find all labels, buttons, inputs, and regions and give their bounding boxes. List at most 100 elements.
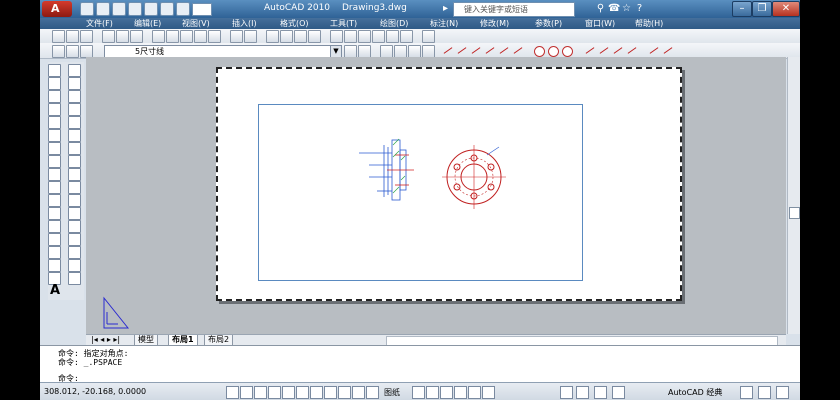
- revcloud-tool-icon[interactable]: [48, 155, 61, 168]
- print-icon[interactable]: [144, 2, 158, 16]
- paper-space-toggle[interactable]: 图纸: [384, 387, 400, 398]
- arc-tool-icon[interactable]: [48, 129, 61, 142]
- menu-draw[interactable]: 绘图(D): [380, 18, 408, 29]
- polyline-icon[interactable]: [470, 45, 481, 56]
- menu-file[interactable]: 文件(F): [86, 18, 113, 29]
- minimize-button[interactable]: –: [732, 1, 752, 17]
- cross-icon[interactable]: [484, 45, 495, 56]
- redo-icon[interactable]: [176, 2, 190, 16]
- offset-tool-icon[interactable]: [68, 103, 81, 116]
- quick-properties-toggle[interactable]: [366, 386, 379, 399]
- tool-palettes-icon[interactable]: [358, 30, 371, 43]
- design-center-icon[interactable]: [344, 30, 357, 43]
- angle-dim-icon[interactable]: [584, 45, 595, 56]
- text-tool-icon[interactable]: A: [48, 284, 62, 298]
- sheet-set-icon[interactable]: [372, 30, 385, 43]
- grid-toggle[interactable]: [254, 386, 267, 399]
- polygon-tool-icon[interactable]: [48, 103, 61, 116]
- fillet-tool-icon[interactable]: [68, 246, 81, 259]
- dim-update-icon[interactable]: [662, 45, 673, 56]
- redo-tool-icon[interactable]: [244, 30, 257, 43]
- quick-view-layouts-icon[interactable]: [412, 386, 425, 399]
- drawing-area[interactable]: [86, 57, 786, 334]
- erase-tool-icon[interactable]: [68, 64, 81, 77]
- lineweight-toggle[interactable]: [352, 386, 365, 399]
- leader-icon[interactable]: [598, 45, 609, 56]
- ortho-toggle[interactable]: [268, 386, 281, 399]
- rectangle-tool-icon[interactable]: [48, 116, 61, 129]
- layout-viewport[interactable]: [258, 104, 583, 281]
- ducs-toggle[interactable]: [324, 386, 337, 399]
- insert-block-icon[interactable]: [48, 207, 61, 220]
- menu-tools[interactable]: 工具(T): [330, 18, 357, 29]
- ellipse-tool-icon[interactable]: [48, 181, 61, 194]
- xline-tool-icon[interactable]: [48, 77, 61, 90]
- annotation-scale-icon[interactable]: [576, 386, 589, 399]
- scale-tool-icon[interactable]: [68, 155, 81, 168]
- construction-line-icon[interactable]: [456, 45, 467, 56]
- steeringwheel-icon[interactable]: [468, 386, 481, 399]
- menu-format[interactable]: 格式(O): [280, 18, 309, 29]
- plot-preview-icon[interactable]: [116, 30, 129, 43]
- zoom-window-icon[interactable]: [294, 30, 307, 43]
- restore-button[interactable]: ❐: [752, 1, 772, 17]
- menu-dimension[interactable]: 标注(N): [430, 18, 458, 29]
- expand-arrow-icon[interactable]: ▸: [440, 3, 451, 14]
- copy-icon[interactable]: [166, 30, 179, 43]
- workspace-dropdown[interactable]: [192, 3, 212, 16]
- menu-modify[interactable]: 修改(M): [480, 18, 509, 29]
- menu-edit[interactable]: 编辑(E): [134, 18, 161, 29]
- auto-scale-icon[interactable]: [612, 386, 625, 399]
- match-properties-icon[interactable]: [194, 30, 207, 43]
- dyn-toggle[interactable]: [338, 386, 351, 399]
- circle-2p-icon[interactable]: [548, 46, 559, 57]
- new-icon[interactable]: [80, 2, 94, 16]
- star-icon[interactable]: ☆: [621, 3, 632, 14]
- edit-tool-icon[interactable]: [68, 272, 81, 285]
- line-tool-icon[interactable]: [48, 64, 61, 77]
- layer-properties-icon[interactable]: [52, 45, 65, 58]
- properties-icon[interactable]: [330, 30, 343, 43]
- rotate-tool-icon[interactable]: [68, 142, 81, 155]
- lock-icon[interactable]: [740, 386, 753, 399]
- open-file-icon[interactable]: [66, 30, 79, 43]
- help-tool-icon[interactable]: [422, 30, 435, 43]
- point-tool-icon[interactable]: [48, 233, 61, 246]
- polar-toggle[interactable]: [282, 386, 295, 399]
- hatch-tool-icon[interactable]: [48, 246, 61, 259]
- zoom-status-icon[interactable]: [454, 386, 467, 399]
- infer-constraints-toggle[interactable]: [226, 386, 239, 399]
- stretch-tool-icon[interactable]: [68, 168, 81, 181]
- calculator-icon[interactable]: [400, 30, 413, 43]
- menu-view[interactable]: 视图(V): [182, 18, 210, 29]
- scroll-thumb[interactable]: [789, 207, 800, 219]
- status-menu-icon[interactable]: [758, 386, 771, 399]
- close-button[interactable]: ✕: [772, 1, 800, 17]
- markup-icon[interactable]: [386, 30, 399, 43]
- help-icon[interactable]: ?: [634, 3, 645, 14]
- clean-screen-icon[interactable]: [776, 386, 789, 399]
- workspace-switch[interactable]: AutoCAD 经典: [668, 387, 722, 398]
- zoom-previous-icon[interactable]: [308, 30, 321, 43]
- copy-tool-icon[interactable]: [68, 77, 81, 90]
- center-mark-icon[interactable]: [626, 45, 637, 56]
- binoculars-icon[interactable]: ⚲: [595, 3, 606, 14]
- menu-insert[interactable]: 插入(I): [232, 18, 257, 29]
- qnew-icon[interactable]: [52, 30, 65, 43]
- application-menu-button[interactable]: A: [42, 1, 72, 17]
- undo-icon[interactable]: [160, 2, 174, 16]
- paste-icon[interactable]: [180, 30, 193, 43]
- extend-icon[interactable]: [512, 45, 523, 56]
- publish-icon[interactable]: [130, 30, 143, 43]
- spline-tool-icon[interactable]: [48, 168, 61, 181]
- save-icon[interactable]: [112, 2, 126, 16]
- quick-view-drawings-icon[interactable]: [426, 386, 439, 399]
- make-block-icon[interactable]: [48, 220, 61, 233]
- lightbulb-icon[interactable]: [66, 45, 79, 58]
- save-as-icon[interactable]: [128, 2, 142, 16]
- annotation-visibility-icon[interactable]: [594, 386, 607, 399]
- extend-tool-icon[interactable]: [68, 194, 81, 207]
- block-editor-icon[interactable]: [208, 30, 221, 43]
- open-icon[interactable]: [96, 2, 110, 16]
- menu-window[interactable]: 窗口(W): [585, 18, 615, 29]
